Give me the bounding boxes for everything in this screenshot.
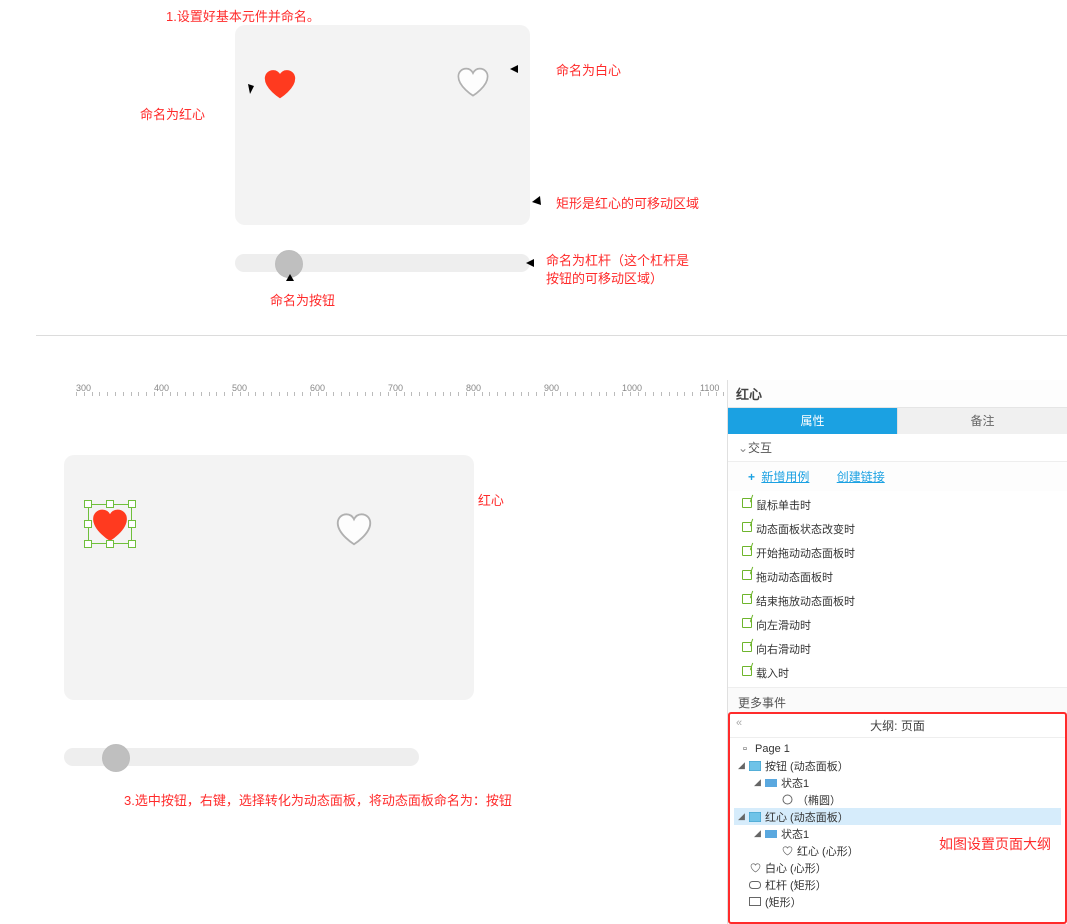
- tree-btn-panel[interactable]: ◢按钮 (动态面板）: [734, 757, 1061, 774]
- tab-notes[interactable]: 备注: [897, 408, 1067, 434]
- state-icon: [764, 777, 778, 789]
- slider-bar-2[interactable]: [64, 748, 419, 766]
- arrow-icon: [520, 256, 546, 270]
- white-heart-widget[interactable]: [455, 63, 491, 99]
- canvas-area[interactable]: 2.选中红心，右键，选择转化为动态面板，将动态面板命名为：红心: [36, 400, 728, 924]
- resize-handle[interactable]: [128, 540, 136, 548]
- state-icon: [764, 828, 778, 840]
- divider: [36, 335, 1067, 336]
- anno-rect-area: 矩形是红心的可移动区域: [556, 193, 699, 212]
- ruler: 30040050060070080090010001100: [36, 380, 728, 401]
- slider-knob-2[interactable]: [102, 744, 130, 772]
- arrow-icon: [500, 62, 556, 76]
- outline-title: « 大纲: 页面: [730, 714, 1065, 738]
- step1-title: 1.设置好基本元件并命名。: [166, 6, 320, 25]
- resize-handle[interactable]: [84, 500, 92, 508]
- tree-rect[interactable]: (矩形）: [734, 893, 1061, 910]
- tree-bar[interactable]: 杠杆 (矩形）: [734, 876, 1061, 893]
- anno-bar: 命名为杠杆（这个杠杆是按钮的可移动区域）: [546, 252, 696, 288]
- plus-icon: +: [748, 470, 755, 484]
- tree-white-heart[interactable]: 白心 (心形）: [734, 859, 1061, 876]
- ellipse-icon: [780, 794, 794, 806]
- inspector-panel: 红心 属性 备注 ⌄交互 + 新增用例 创建链接 鼠标单击时动态面板状态改变时开…: [727, 380, 1067, 924]
- tree-state1a[interactable]: ◢状态1: [734, 774, 1061, 791]
- outline-note: 如图设置页面大纲: [939, 834, 1051, 854]
- event-item[interactable]: 开始拖动动态面板时: [756, 541, 1067, 565]
- heart-outline-icon: [334, 508, 374, 548]
- axure-app: 30040050060070080090010001100 2.选中红心，右键，…: [36, 380, 1067, 924]
- resize-handle[interactable]: [128, 520, 136, 528]
- dynamic-panel-icon: [748, 811, 762, 823]
- movable-rect-area: [235, 25, 530, 225]
- resize-handle[interactable]: [84, 540, 92, 548]
- tree-page[interactable]: ▫Page 1: [734, 740, 1061, 757]
- anno-white-heart: 命名为白心: [556, 60, 621, 79]
- anno-knob: 命名为按钮: [270, 290, 335, 309]
- arrow-icon: [524, 190, 556, 210]
- ruler-mark: 1000: [622, 383, 642, 393]
- anno-red-heart: 命名为红心: [140, 104, 205, 123]
- tree-red-panel[interactable]: ◢红心 (动态面板）: [734, 808, 1061, 825]
- arrow-icon: [282, 270, 298, 292]
- heart-outline-icon: [780, 845, 794, 857]
- selected-widget-name: 红心: [728, 380, 1067, 408]
- section-interactions[interactable]: ⌄交互: [728, 434, 1067, 462]
- tab-properties[interactable]: 属性: [728, 408, 897, 434]
- event-list: 鼠标单击时动态面板状态改变时开始拖动动态面板时拖动动态面板时结束拖放动态面板时向…: [728, 491, 1067, 687]
- outline-tree: ▫Page 1 ◢按钮 (动态面板） ◢状态1 （椭圆） ◢红心 (动态面板） …: [730, 738, 1065, 912]
- event-item[interactable]: 向左滑动时: [756, 613, 1067, 637]
- dynamic-panel-icon: [748, 760, 762, 772]
- rect-icon: [748, 896, 762, 908]
- heart-icon: [88, 504, 132, 544]
- rounded-rect-icon: [748, 879, 762, 891]
- event-item[interactable]: 结束拖放动态面板时: [756, 589, 1067, 613]
- event-item[interactable]: 动态面板状态改变时: [756, 517, 1067, 541]
- slider-bar[interactable]: [235, 254, 530, 272]
- step3-text: 3.选中按钮，右键，选择转化为动态面板，将动态面板命名为：按钮: [124, 790, 512, 809]
- heart-outline-icon: [455, 63, 491, 99]
- outline-back-icon[interactable]: «: [736, 717, 742, 729]
- event-item[interactable]: 鼠标单击时: [756, 493, 1067, 517]
- event-item[interactable]: 向右滑动时: [756, 637, 1067, 661]
- resize-handle[interactable]: [106, 500, 114, 508]
- page-icon: ▫: [738, 743, 752, 755]
- link-create-link[interactable]: 创建链接: [837, 470, 885, 484]
- event-item[interactable]: 拖动动态面板时: [756, 565, 1067, 589]
- link-add-case[interactable]: 新增用例: [761, 470, 809, 484]
- white-heart-widget-2[interactable]: [334, 508, 374, 548]
- arrow-icon: [210, 78, 270, 118]
- movable-rect-area-2[interactable]: [64, 455, 474, 700]
- heart-outline-icon: [748, 862, 762, 874]
- event-item[interactable]: 载入时: [756, 661, 1067, 685]
- tree-ellipse[interactable]: （椭圆）: [734, 791, 1061, 808]
- resize-handle[interactable]: [106, 540, 114, 548]
- resize-handle[interactable]: [84, 520, 92, 528]
- outline-panel: « 大纲: 页面 ▫Page 1 ◢按钮 (动态面板） ◢状态1 （椭圆） ◢红…: [728, 712, 1067, 924]
- resize-handle[interactable]: [128, 500, 136, 508]
- selected-red-heart-panel[interactable]: [88, 504, 132, 544]
- inspector-tabs: 属性 备注: [728, 408, 1067, 434]
